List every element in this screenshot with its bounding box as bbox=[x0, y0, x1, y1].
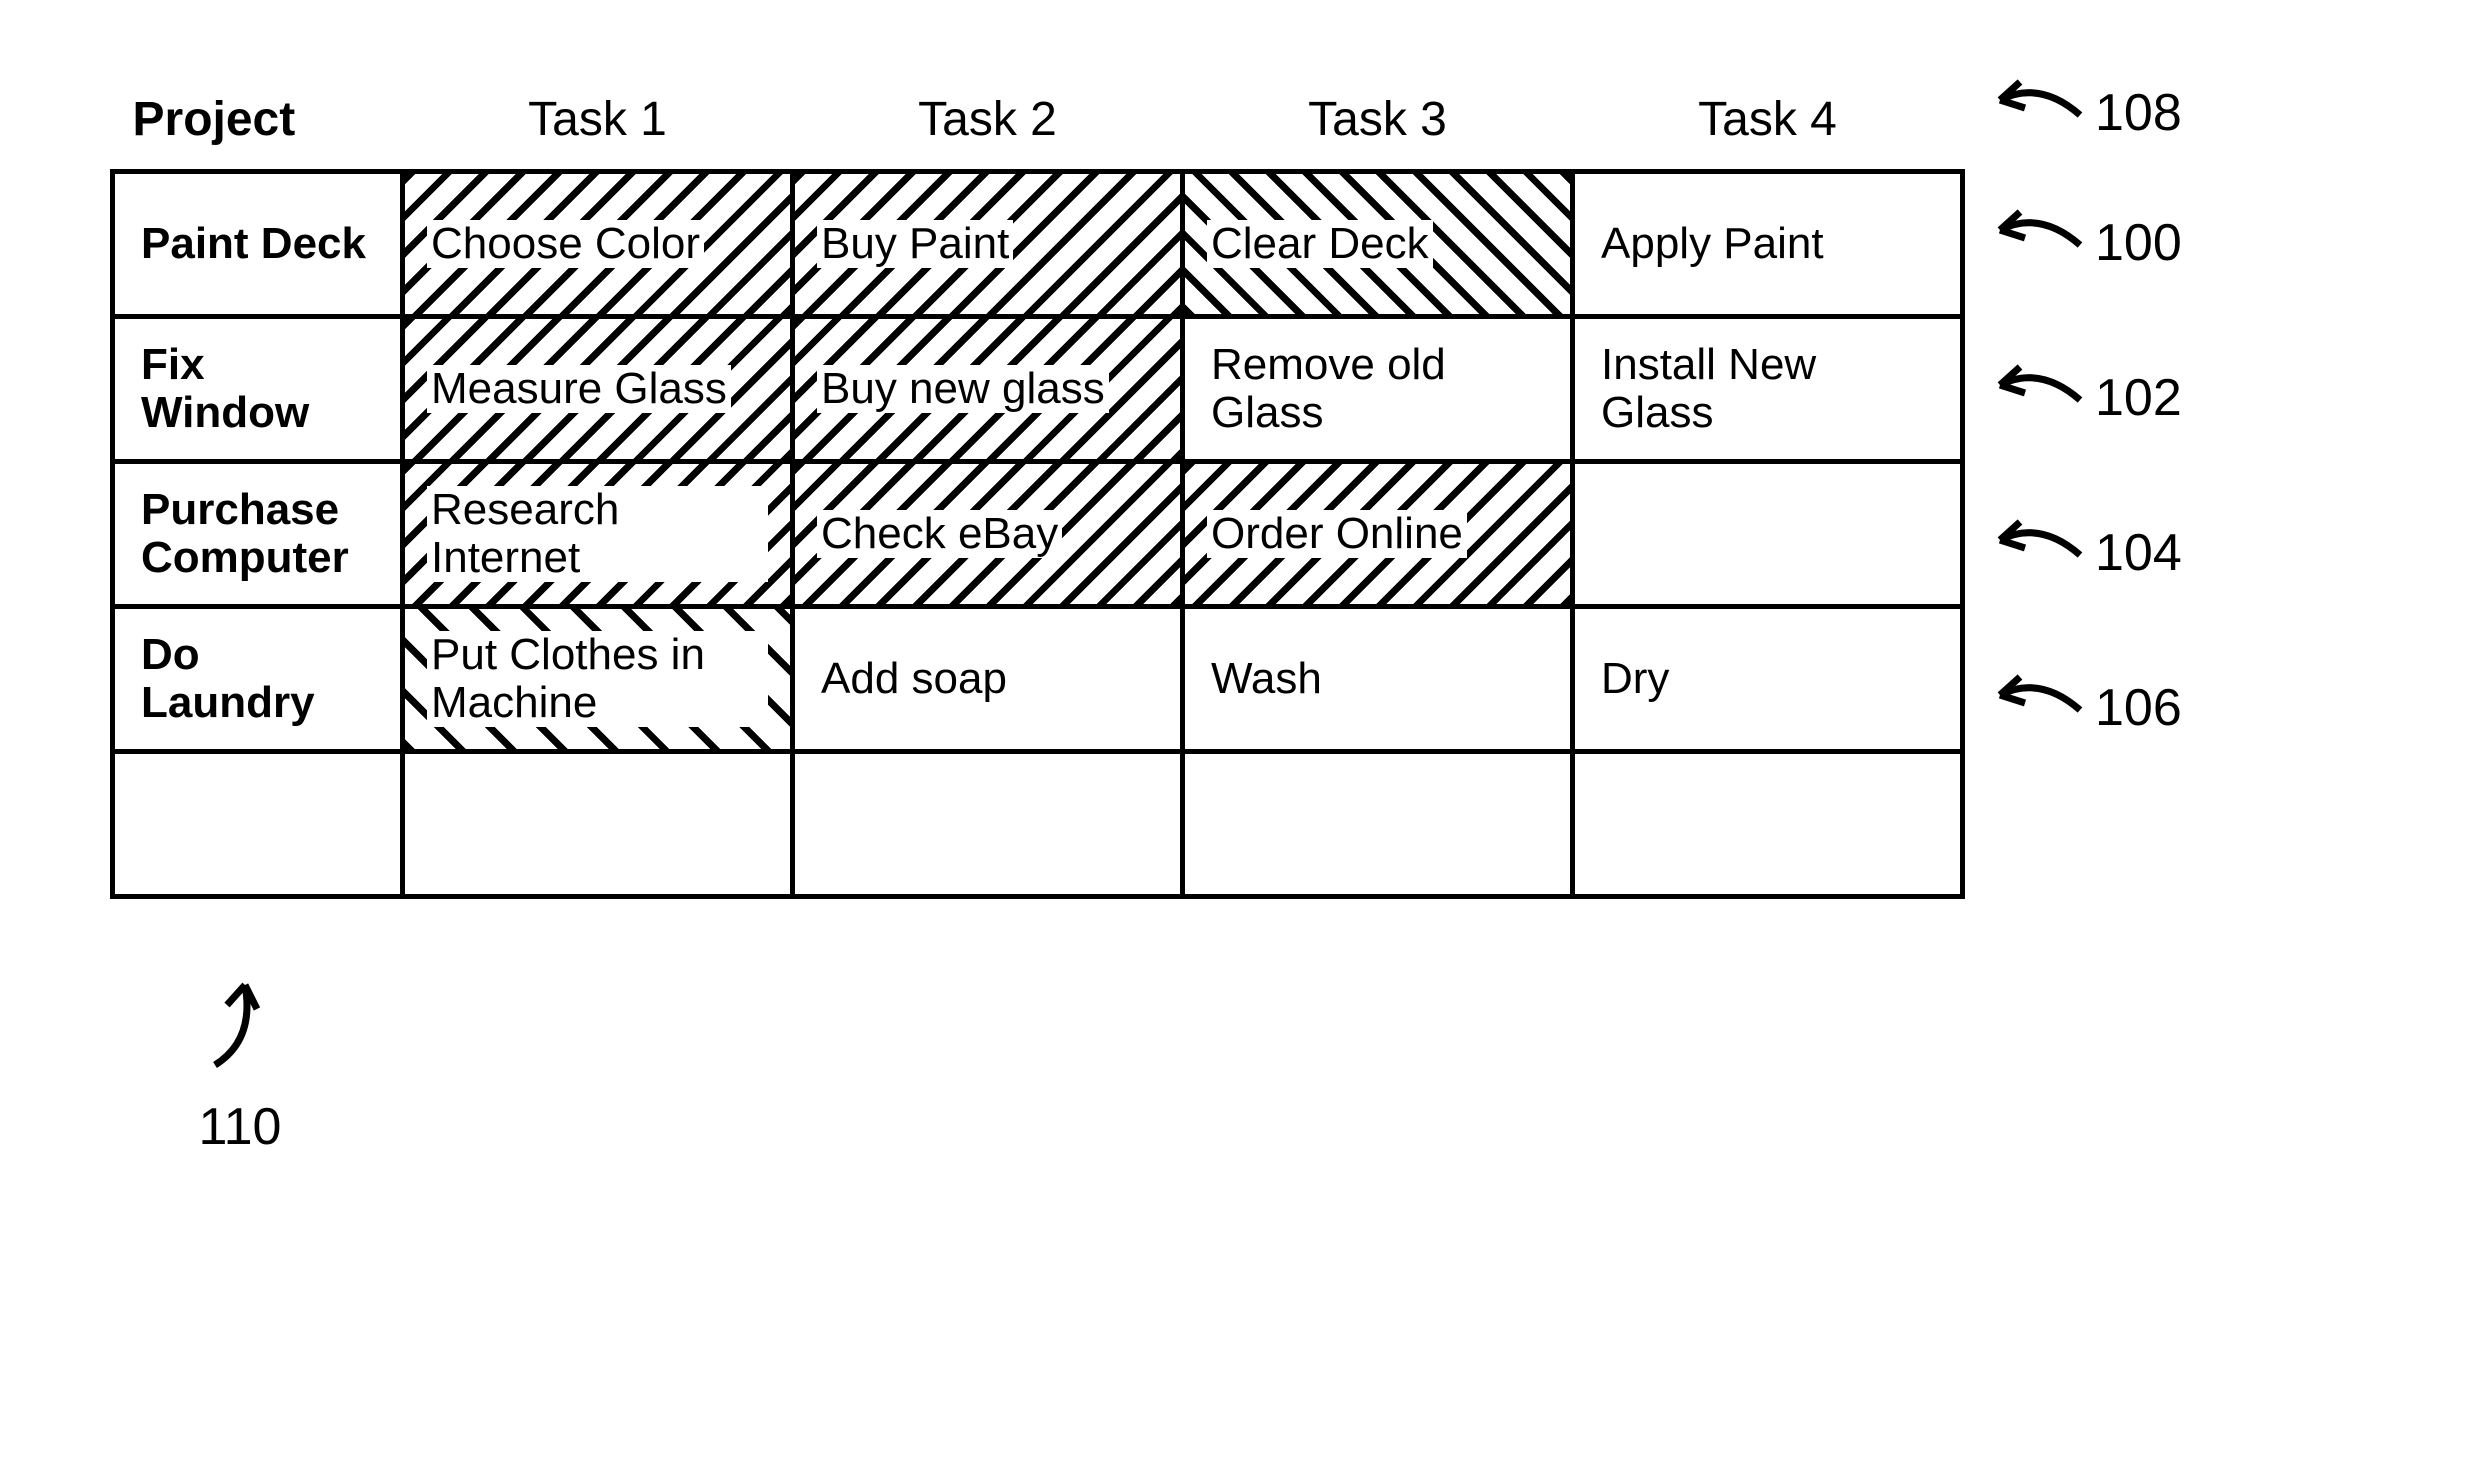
task-label: Buy Paint bbox=[817, 220, 1013, 268]
arrow-icon bbox=[195, 970, 285, 1093]
ref-108: 108 bbox=[1985, 70, 2182, 143]
task-cell bbox=[403, 752, 793, 897]
col-header-project: Project bbox=[113, 80, 403, 172]
project-cell: Do Laundry bbox=[113, 607, 403, 752]
task-cell: Wash bbox=[1183, 607, 1573, 752]
col-header-task1: Task 1 bbox=[403, 80, 793, 172]
table-row bbox=[113, 752, 1963, 897]
arrow-icon bbox=[1985, 665, 2095, 738]
ref-label: 106 bbox=[2095, 679, 2182, 737]
task-cell: Clear Deck bbox=[1183, 172, 1573, 317]
task-label: Order Online bbox=[1207, 510, 1467, 558]
table-row: Paint Deck Choose Color Buy Paint Clear Dec… bbox=[113, 172, 1963, 317]
col-header-task4: Task 4 bbox=[1573, 80, 1963, 172]
task-cell: Put Clothes in Machine bbox=[403, 607, 793, 752]
task-label: Clear Deck bbox=[1207, 220, 1433, 268]
task-cell bbox=[793, 752, 1183, 897]
ref-label: 100 bbox=[2095, 214, 2182, 272]
project-label: Purchase Computer bbox=[137, 486, 378, 583]
ref-label: 102 bbox=[2095, 369, 2182, 427]
task-label: Research Internet bbox=[427, 486, 768, 583]
arrow-icon bbox=[1985, 355, 2095, 428]
task-label: Install New Glass bbox=[1597, 341, 1938, 438]
task-label: Remove old Glass bbox=[1207, 341, 1548, 438]
task-label: Measure Glass bbox=[427, 365, 731, 413]
task-label: Dry bbox=[1597, 655, 1673, 703]
task-cell bbox=[1183, 752, 1573, 897]
project-cell: Fix Window bbox=[113, 317, 403, 462]
task-label: Put Clothes in Machine bbox=[427, 631, 768, 728]
ref-110: 110 bbox=[195, 970, 285, 1157]
task-cell: Install New Glass bbox=[1573, 317, 1963, 462]
ref-104: 104 bbox=[1985, 510, 2182, 583]
task-label: Check eBay bbox=[817, 510, 1062, 558]
project-task-table-wrap: Project Task 1 Task 2 Task 3 Task 4 Pain… bbox=[110, 80, 1960, 899]
task-label: Apply Paint bbox=[1597, 220, 1828, 268]
task-label: Buy new glass bbox=[817, 365, 1109, 413]
col-header-task2: Task 2 bbox=[793, 80, 1183, 172]
project-label: Fix Window bbox=[137, 341, 378, 438]
project-cell bbox=[113, 752, 403, 897]
project-task-table: Project Task 1 Task 2 Task 3 Task 4 Pain… bbox=[110, 80, 1965, 899]
task-cell bbox=[1573, 752, 1963, 897]
table-row: Fix Window Measure Glass Buy new glass Remo… bbox=[113, 317, 1963, 462]
table-row: Purchase Computer Research Internet Check … bbox=[113, 462, 1963, 607]
header-row: Project Task 1 Task 2 Task 3 Task 4 bbox=[113, 80, 1963, 172]
ref-100: 100 bbox=[1985, 200, 2182, 273]
task-cell bbox=[1573, 462, 1963, 607]
project-cell: Purchase Computer bbox=[113, 462, 403, 607]
table-row: Do Laundry Put Clothes in Machine Add soap… bbox=[113, 607, 1963, 752]
project-cell: Paint Deck bbox=[113, 172, 403, 317]
arrow-icon bbox=[1985, 70, 2095, 143]
ref-102: 102 bbox=[1985, 355, 2182, 428]
task-cell: Order Online bbox=[1183, 462, 1573, 607]
arrow-icon bbox=[1985, 200, 2095, 273]
task-label: Add soap bbox=[817, 655, 1011, 703]
project-label: Do Laundry bbox=[137, 631, 378, 728]
task-cell: Dry bbox=[1573, 607, 1963, 752]
project-label: Paint Deck bbox=[137, 220, 370, 268]
task-cell: Buy new glass bbox=[793, 317, 1183, 462]
task-label: Choose Color bbox=[427, 220, 704, 268]
task-cell: Choose Color bbox=[403, 172, 793, 317]
arrow-icon bbox=[1985, 510, 2095, 583]
ref-label: 110 bbox=[195, 1097, 285, 1157]
task-cell: Measure Glass bbox=[403, 317, 793, 462]
task-label: Wash bbox=[1207, 655, 1326, 703]
ref-label: 104 bbox=[2095, 524, 2182, 582]
task-cell: Add soap bbox=[793, 607, 1183, 752]
ref-106: 106 bbox=[1985, 665, 2182, 738]
task-cell: Apply Paint bbox=[1573, 172, 1963, 317]
diagram-canvas: Project Task 1 Task 2 Task 3 Task 4 Pain… bbox=[0, 0, 2467, 1473]
task-cell: Check eBay bbox=[793, 462, 1183, 607]
task-cell: Research Internet bbox=[403, 462, 793, 607]
col-header-task3: Task 3 bbox=[1183, 80, 1573, 172]
table-body: Paint Deck Choose Color Buy Paint Clear Dec… bbox=[113, 172, 1963, 897]
task-cell: Remove old Glass bbox=[1183, 317, 1573, 462]
ref-label: 108 bbox=[2095, 84, 2182, 142]
task-cell: Buy Paint bbox=[793, 172, 1183, 317]
